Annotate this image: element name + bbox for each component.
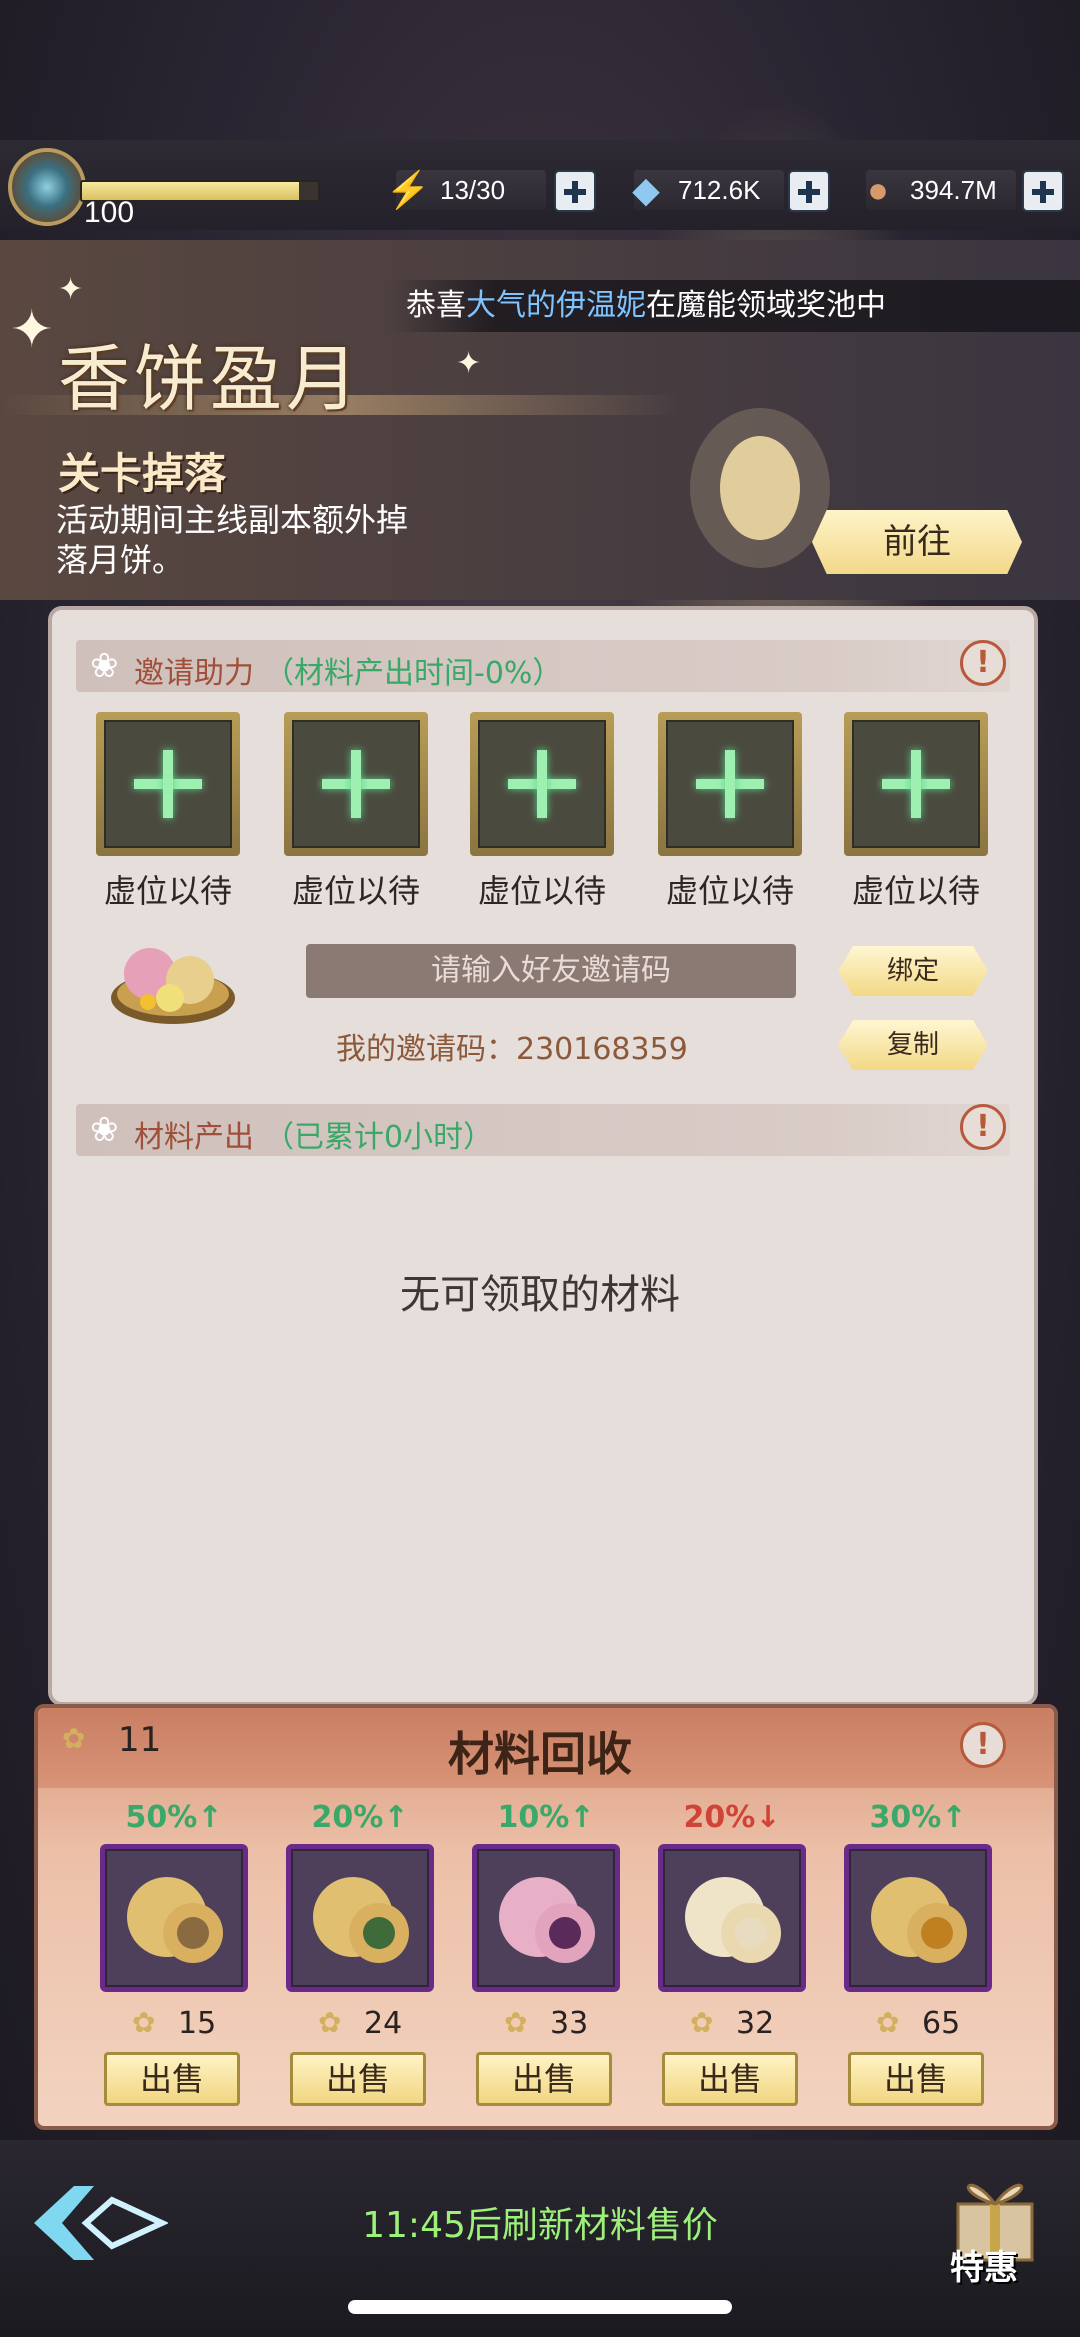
my-code-value: 230168359 <box>516 1032 688 1067</box>
invite-slot[interactable] <box>284 712 428 856</box>
output-info-button[interactable]: ! <box>960 1104 1006 1150</box>
no-materials-message: 无可领取的材料 <box>400 1272 680 1318</box>
price-change: 20%↓ <box>683 1800 781 1835</box>
player-level: 100 <box>84 196 135 229</box>
item-price: 33 <box>550 2006 589 2041</box>
price-change: 50%↑ <box>125 1800 223 1835</box>
add-gold-button[interactable] <box>1022 170 1064 212</box>
home-indicator[interactable] <box>348 2300 732 2314</box>
flower-icon: ❀ <box>90 1110 119 1150</box>
mooncake-icon <box>871 1877 967 1963</box>
invite-slot[interactable] <box>470 712 614 856</box>
price-change: 10%↑ <box>497 1800 595 1835</box>
token-icon: ✿ <box>690 2006 714 2039</box>
marquee-suffix: 在魔能领域奖池中 <box>646 288 886 323</box>
stamina-value: 13/30 <box>440 175 506 205</box>
output-header-label: 材料产出 <box>134 1120 254 1155</box>
mooncake-item[interactable] <box>472 1844 620 1992</box>
add-stamina-button[interactable] <box>554 170 596 212</box>
sell-button[interactable]: 出售 <box>290 2052 426 2106</box>
invite-slot-label: 虚位以待 <box>851 872 980 910</box>
sparkle-icon: ✦ <box>456 346 482 381</box>
token-icon: ✿ <box>876 2006 900 2039</box>
special-offer-label[interactable]: 特惠 <box>950 2240 1018 2289</box>
mooncake-item[interactable] <box>658 1844 806 1992</box>
item-price: 65 <box>922 2006 961 2041</box>
mooncake-item[interactable] <box>844 1844 992 1992</box>
invite-slot-label: 虚位以待 <box>477 872 606 910</box>
recycle-title: 材料回收 <box>448 1727 632 1781</box>
output-header-sub: （已累计0小时） <box>264 1120 494 1155</box>
player-level-icon[interactable] <box>8 148 86 226</box>
lightning-icon: ⚡ <box>385 169 431 210</box>
my-invite-code: 我的邀请码：230168359 <box>336 1024 688 1068</box>
invite-header-label: 邀请助力 <box>134 656 254 691</box>
plus-icon <box>666 720 794 848</box>
gold-value: 394.7M <box>910 175 997 205</box>
token-icon: ✿ <box>132 2006 156 2039</box>
plus-icon <box>292 720 420 848</box>
mooncake-icon <box>499 1877 595 1963</box>
sparkle-icon: ✦ <box>10 300 54 360</box>
coin-icon: ● <box>867 169 889 210</box>
invite-code-input[interactable]: 请输入好友邀请码 <box>306 944 796 998</box>
gems-display: ◆ 712.6K <box>632 169 784 210</box>
refresh-timer: 11:45后刷新材料售价 <box>362 2205 718 2246</box>
mooncake-plate-icon <box>111 948 235 1024</box>
mooncake-icon <box>313 1877 409 1963</box>
gold-display: ● 394.7M <box>866 169 1016 210</box>
announcement-marquee: 恭喜大气的伊温妮在魔能领域奖池中 <box>390 280 1080 332</box>
sell-button[interactable]: 出售 <box>662 2052 798 2106</box>
mooncake-icon <box>127 1877 223 1963</box>
mooncake-icon <box>685 1877 781 1963</box>
marquee-prefix: 恭喜 <box>406 288 466 323</box>
stamina-display: ⚡ 13/30 <box>386 169 546 210</box>
invite-slot-label: 虚位以待 <box>103 872 232 910</box>
invite-slot[interactable] <box>844 712 988 856</box>
sell-button[interactable]: 出售 <box>104 2052 240 2106</box>
gems-value: 712.6K <box>678 175 761 205</box>
invite-slot[interactable] <box>658 712 802 856</box>
plus-icon <box>852 720 980 848</box>
event-title: 香饼盈月 <box>58 337 363 421</box>
token-icon: ✿ <box>504 2006 528 2039</box>
plus-icon <box>478 720 606 848</box>
mooncake-item[interactable] <box>100 1844 248 1992</box>
item-price: 32 <box>736 2006 775 2041</box>
marquee-player-name: 大气的伊温妮 <box>466 288 646 323</box>
invite-info-button[interactable]: ! <box>960 640 1006 686</box>
invite-header-sub: （材料产出时间-0%） <box>264 656 563 691</box>
invite-slot-label: 虚位以待 <box>291 872 420 910</box>
copy-button[interactable]: 复制 <box>838 1020 988 1070</box>
item-price: 15 <box>178 2006 217 2041</box>
diamond-icon: ◆ <box>632 169 660 210</box>
stage-drop-description: 活动期间主线副本额外掉落月饼。 <box>56 501 409 579</box>
invite-slot[interactable] <box>96 712 240 856</box>
sell-button[interactable]: 出售 <box>476 2052 612 2106</box>
mooncake-item[interactable] <box>286 1844 434 1992</box>
price-change: 20%↑ <box>311 1800 409 1835</box>
sell-button[interactable]: 出售 <box>848 2052 984 2106</box>
item-price: 24 <box>364 2006 403 2041</box>
sparkle-icon: ✦ <box>58 272 84 307</box>
recycle-info-button[interactable]: ! <box>960 1722 1006 1768</box>
flower-icon: ❀ <box>90 646 119 686</box>
token-icon: ✿ <box>318 2006 342 2039</box>
my-code-label: 我的邀请码： <box>336 1032 516 1067</box>
output-section-header: ❀ 材料产出 （已累计0小时） <box>76 1104 1010 1156</box>
add-gems-button[interactable] <box>788 170 830 212</box>
go-button[interactable]: 前往 <box>812 510 1022 574</box>
invite-section-header: ❀ 邀请助力 （材料产出时间-0%） <box>76 640 1010 692</box>
bind-button[interactable]: 绑定 <box>838 946 988 996</box>
plus-icon <box>104 720 232 848</box>
invite-slot-label: 虚位以待 <box>665 872 794 910</box>
price-change: 30%↑ <box>869 1800 967 1835</box>
stage-drop-title: 关卡掉落 <box>58 449 227 498</box>
